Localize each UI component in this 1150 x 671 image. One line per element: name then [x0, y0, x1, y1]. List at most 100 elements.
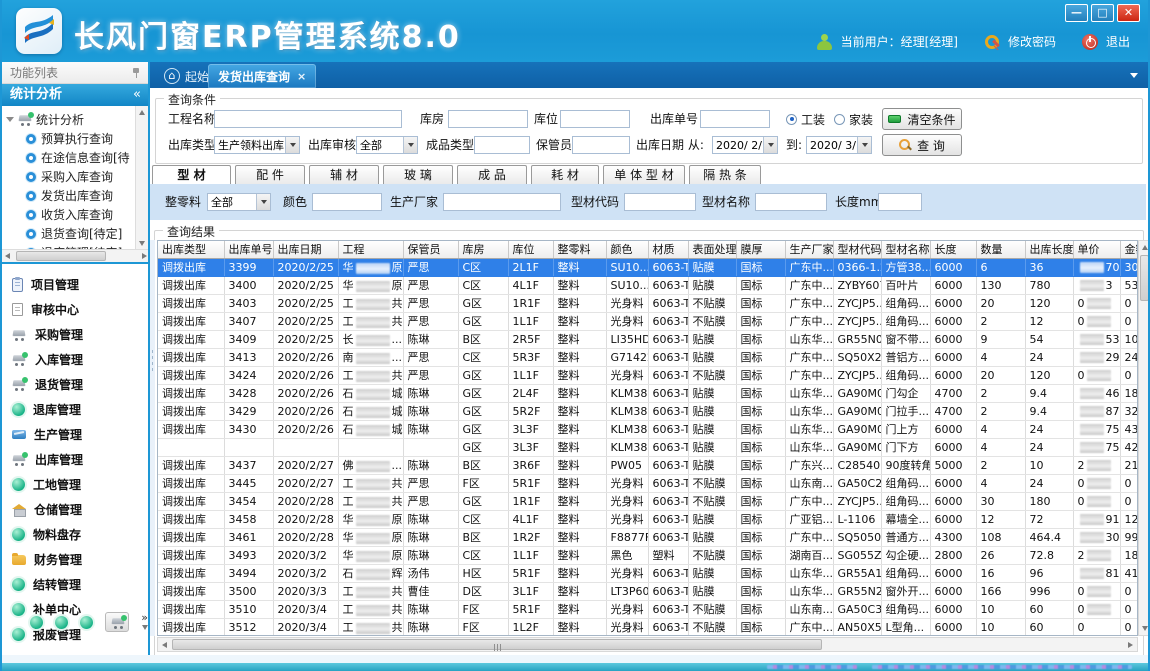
green-dot-icon[interactable] [80, 616, 93, 629]
search-button[interactable]: 查 询 [882, 134, 962, 156]
column-header-0[interactable]: 出库类型 [158, 241, 224, 258]
column-header-15[interactable]: 长度 [930, 241, 976, 258]
grid-vertical-scrollbar[interactable] [1138, 240, 1150, 636]
sidebar-item-5[interactable]: 退库管理 [2, 397, 148, 422]
tree-item-4[interactable]: 收货入库查询 [6, 205, 134, 224]
vertical-splitter[interactable] [150, 240, 155, 636]
column-header-14[interactable]: 型材名称 [881, 241, 930, 258]
clear-conditions-button[interactable]: 清空条件 [882, 108, 962, 130]
material-subtab-0[interactable]: 型 材 [152, 165, 231, 185]
cart-button[interactable] [105, 612, 129, 632]
date-from-picker[interactable]: 2020/ 2/16 [712, 136, 778, 154]
tab-shipment-outbound-query[interactable]: 发货出库查询 × [208, 64, 316, 88]
sidebar-item-6[interactable]: 生产管理 [2, 422, 148, 447]
sidebar-item-12[interactable]: 结转管理 [2, 572, 148, 597]
column-header-10[interactable]: 表面处理 [688, 241, 736, 258]
sidebar-item-1[interactable]: 审核中心 [2, 297, 148, 322]
tree-vertical-scrollbar[interactable] [135, 106, 148, 250]
collapse-icon[interactable]: « [133, 84, 141, 106]
sidebar-item-7[interactable]: 出库管理 [2, 447, 148, 472]
location-input[interactable] [560, 110, 630, 128]
sidebar-item-10[interactable]: 物料盘存 [2, 522, 148, 547]
profile-code-input[interactable] [624, 193, 696, 211]
dropdown-arrow-icon[interactable] [256, 194, 270, 210]
whole-piece-combo[interactable]: 全部 [207, 193, 271, 211]
sidebar-item-8[interactable]: 工地管理 [2, 472, 148, 497]
table-row[interactable]: 调拨出库34582020/2/28华原...陈琳C区4L1F整料光身料6063-… [158, 510, 1138, 528]
audit-combo[interactable]: 全部 [356, 136, 418, 154]
dropdown-arrow-icon[interactable] [285, 137, 299, 153]
column-header-5[interactable]: 库房 [458, 241, 508, 258]
material-subtab-3[interactable]: 玻 璃 [383, 165, 453, 185]
order-no-input[interactable] [700, 110, 770, 128]
sidebar-item-4[interactable]: 退货管理 [2, 372, 148, 397]
column-header-4[interactable]: 保管员 [403, 241, 458, 258]
sidebar-section-stats[interactable]: 统计分析 « [2, 84, 148, 106]
table-row[interactable]: 调拨出库33992020/2/25华原...严思C区2L1F整料SU10...6… [158, 258, 1138, 276]
keeper-input[interactable] [572, 136, 630, 154]
grid-horizontal-scrollbar[interactable] [157, 637, 1138, 652]
table-row[interactable]: 调拨出库34542020/2/28工共工程严思G区1R1F整料光身料6063-T… [158, 492, 1138, 510]
product-type-input[interactable] [474, 136, 530, 154]
column-header-18[interactable]: 单价 [1073, 241, 1120, 258]
color-input[interactable] [312, 193, 382, 211]
tree-item-5[interactable]: 退货查询[待定] [6, 224, 134, 243]
profile-name-input[interactable] [755, 193, 827, 211]
change-password-link[interactable]: 修改密码 [1008, 33, 1056, 50]
column-header-13[interactable]: 型材代码 [833, 241, 881, 258]
column-header-11[interactable]: 膜厚 [736, 241, 785, 258]
tree-item-2[interactable]: 采购入库查询 [6, 167, 134, 186]
table-row[interactable]: 调拨出库34292020/2/26石城陈琳G区5R2F整料KLM38176063… [158, 402, 1138, 420]
column-header-12[interactable]: 生产厂家 [785, 241, 833, 258]
sidebar-item-11[interactable]: 财务管理 [2, 547, 148, 572]
table-row[interactable]: 调拨出库34242020/2/26工共工程严思G区1L1F整料光身料6063-T… [158, 366, 1138, 384]
table-row[interactable]: 调拨出库35122020/3/4工共工程陈琳F区1L2F整料光身料6063-T5… [158, 618, 1138, 636]
sidebar-item-3[interactable]: 入库管理 [2, 347, 148, 372]
table-row[interactable]: 调拨出库34372020/2/27佛...陈琳B区3R6F整料PW056063-… [158, 456, 1138, 474]
dropdown-arrow-icon[interactable] [763, 137, 777, 153]
date-to-picker[interactable]: 2020/ 3/16 [806, 136, 872, 154]
green-dot-icon[interactable] [55, 616, 68, 629]
table-row[interactable]: 调拨出库34282020/2/26石城陈琳G区2L4F整料KLM38176063… [158, 384, 1138, 402]
column-header-1[interactable]: 出库单号 [224, 241, 273, 258]
pin-icon[interactable] [132, 68, 140, 78]
column-header-19[interactable]: 金额 [1120, 241, 1138, 258]
table-row[interactable]: 调拨出库34002020/2/25华原...严思C区4L1F整料SU10...6… [158, 276, 1138, 294]
column-header-8[interactable]: 颜色 [606, 241, 648, 258]
table-row[interactable]: G区3L3F整料KLM38176063-T5贴膜国标山东华...GA90M09.… [158, 438, 1138, 456]
tab-close-icon[interactable]: × [297, 70, 306, 83]
minimize-button[interactable]: — [1065, 4, 1088, 22]
logout-link[interactable]: 退出 [1106, 33, 1130, 50]
column-header-17[interactable]: 出库长度 [1025, 241, 1073, 258]
column-header-6[interactable]: 库位 [508, 241, 553, 258]
table-row[interactable]: 调拨出库34072020/2/25工共工程严思G区1L1F整料光身料6063-T… [158, 312, 1138, 330]
warehouse-input[interactable] [448, 110, 528, 128]
sidebar-item-2[interactable]: 采购管理 [2, 322, 148, 347]
close-button[interactable]: ✕ [1117, 4, 1140, 22]
table-row[interactable]: 调拨出库34132020/2/26南...严思C区5R3F整料G71422606… [158, 348, 1138, 366]
radio-gongzhuang[interactable]: 工装 [786, 110, 825, 128]
sidebar-item-9[interactable]: 仓储管理 [2, 497, 148, 522]
material-subtab-7[interactable]: 隔 热 条 [689, 165, 761, 185]
column-header-7[interactable]: 整零料 [553, 241, 606, 258]
dropdown-arrow-icon[interactable] [403, 137, 417, 153]
material-subtab-6[interactable]: 单 体 型 材 [603, 165, 685, 185]
manufacturer-input[interactable] [443, 193, 561, 211]
length-input[interactable] [878, 193, 922, 211]
column-header-9[interactable]: 材质 [648, 241, 688, 258]
tree-root-stats[interactable]: 统计分析 [6, 110, 134, 129]
material-subtab-1[interactable]: 配 件 [235, 165, 305, 185]
material-subtab-2[interactable]: 辅 材 [309, 165, 379, 185]
tree-item-3[interactable]: 发货出库查询 [6, 186, 134, 205]
table-row[interactable]: 调拨出库34032020/2/25工共工程严思G区1R1F整料光身料6063-T… [158, 294, 1138, 312]
material-subtab-4[interactable]: 成 品 [457, 165, 527, 185]
tree-item-0[interactable]: 预算执行查询 [6, 129, 134, 148]
table-row[interactable]: 调拨出库34612020/2/28华原...陈琳B区1R2F整料F8877FT6… [158, 528, 1138, 546]
maximize-button[interactable]: □ [1091, 4, 1114, 22]
tree-item-1[interactable]: 在途信息查询[待 [6, 148, 134, 167]
material-subtab-5[interactable]: 耗 材 [531, 165, 599, 185]
project-name-input[interactable] [214, 110, 402, 128]
sidebar-item-0[interactable]: 项目管理 [2, 272, 148, 297]
table-row[interactable]: 调拨出库34302020/2/26石城陈琳G区3L3F整料KLM38176063… [158, 420, 1138, 438]
table-row[interactable]: 调拨出库34452020/2/27工共工程严思F区5R1F整料光身料6063-T… [158, 474, 1138, 492]
